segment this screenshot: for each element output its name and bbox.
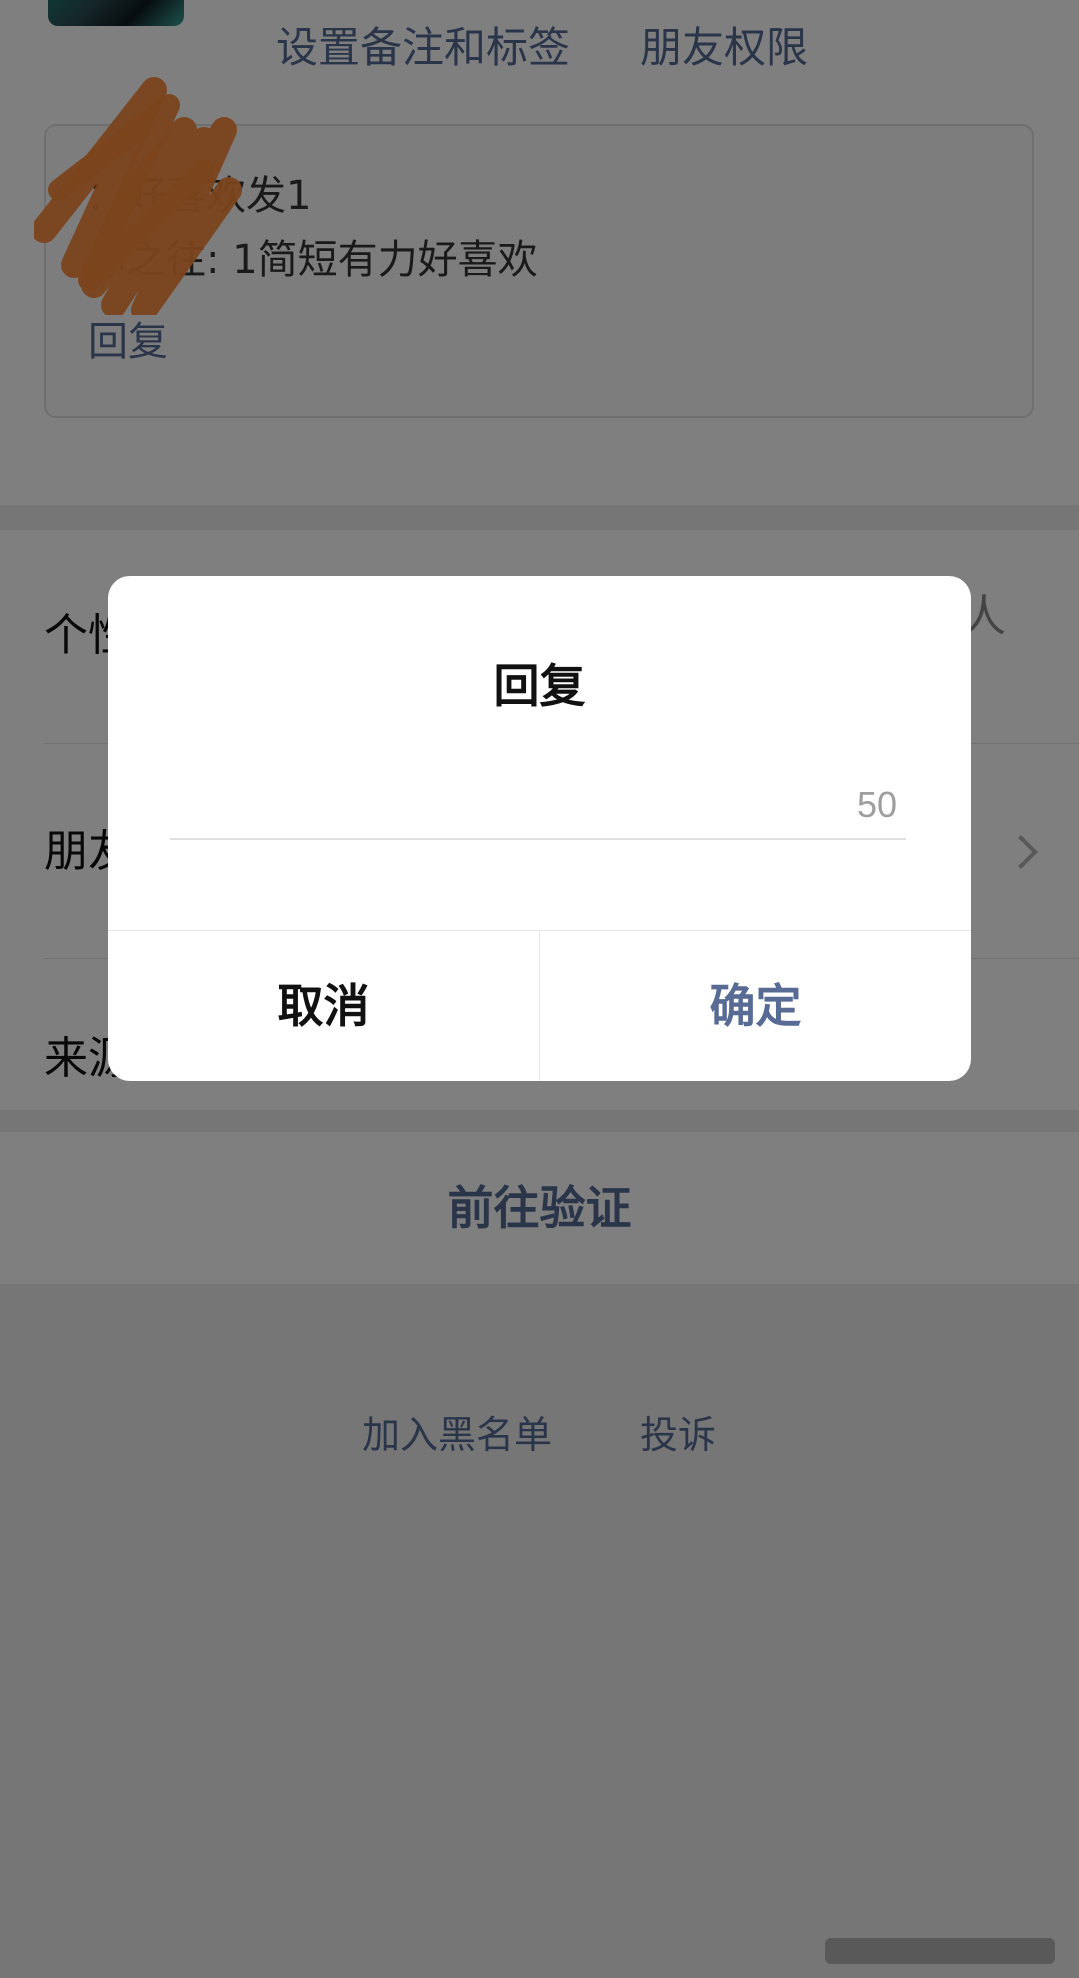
dialog-button-row: 取消 确定 [108, 930, 971, 1081]
char-counter: 50 [856, 784, 897, 825]
reply-dialog: 回复 50 取消 确定 [108, 576, 971, 1081]
confirm-button[interactable]: 确定 [540, 931, 971, 1081]
cancel-button[interactable]: 取消 [108, 931, 539, 1081]
modal-overlay[interactable]: 回复 50 取消 确定 [0, 0, 1079, 1978]
reply-input[interactable] [170, 770, 906, 840]
dialog-title: 回复 [493, 659, 586, 713]
